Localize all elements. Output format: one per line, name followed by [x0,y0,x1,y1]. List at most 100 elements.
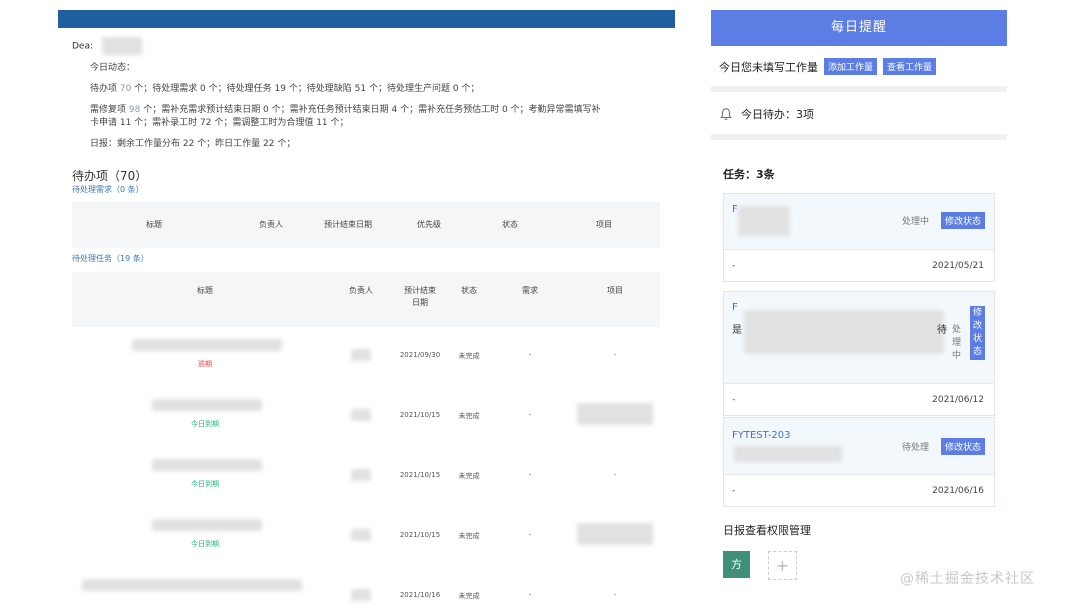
avatar[interactable]: 方 [723,551,750,578]
task-title-end: 待 [937,325,947,336]
add-workload-button[interactable]: 添加工作量 [824,58,878,75]
due-date: 2021/10/16 [399,591,441,599]
task-card[interactable]: F 处理中 修改状态 - 2021/05/21 [723,193,995,282]
redacted-project [577,403,653,425]
panel-header: 每日提醒 [711,10,1007,46]
task-status: 未完成 [458,592,480,600]
task-due-date: 2021/05/21 [932,261,984,271]
column-header: 状态 [461,286,477,295]
todo-section-title: 待办项（70） [72,169,148,183]
summary-line-todo: 待办项 70 个；待处理需求 0 个；待处理任务 19 个；待处理缺陷 51 个… [90,83,670,96]
redacted-owner [351,529,371,541]
pending-requirements-link[interactable]: 待处理需求（0 条） [72,184,144,195]
table-row[interactable]: 今日到期 2021/10/15 未完成 - - [72,447,660,507]
summary-heading: 今日动态： [90,63,136,73]
edit-status-button[interactable]: 修改状态 [941,438,986,455]
project: - [613,591,617,599]
due-tag: 今日到期 [191,420,219,428]
task-code[interactable]: F [732,204,738,215]
column-header: 状态 [502,220,518,229]
task-title-start: 是 [732,325,742,336]
task-status: 未完成 [458,412,480,420]
task-card[interactable]: F 是 待 处 理 中 修 改 状 态 - 2021/06/12 [723,291,995,416]
table-row[interactable]: 2021/10/16 未完成 - - [72,567,660,608]
task-status: 待处理 [902,443,930,453]
task-card-footer: - 2021/06/16 [724,474,994,506]
today-todo-text: 今日待办：3项 [741,108,814,121]
due-date: 2021/10/15 [399,531,441,539]
task-requirement: - [732,486,736,496]
task-status: 处 理 中 [952,325,962,361]
workload-notice-text: 今日您未填写工作量 [719,60,818,74]
plus-icon[interactable]: + [768,551,797,580]
pending-tasks-link[interactable]: 待处理任务（19 条） [72,253,149,264]
redacted-project [577,523,653,545]
due-tag: 今日到期 [191,480,219,488]
daily-summary: 今日动态： 待办项 70 个；待处理需求 0 个；待处理任务 19 个；待处理缺… [90,62,670,159]
task-due-date: 2021/06/12 [932,395,984,405]
requirement: - [528,591,532,599]
column-header: 预计结束 日期 [404,286,436,307]
project: - [613,471,617,479]
column-header: 负责人 [259,220,283,229]
task-due-date: 2021/06/16 [932,486,984,496]
column-header: 标题 [146,220,162,229]
requirements-table-header: 标题 负责人 预计结束日期 优先级 状态 项目 [72,202,660,248]
task-status: 处理中 [902,217,930,227]
count-value: 70 [119,84,132,94]
count-value: 98 [128,105,141,115]
column-header: 预计结束日期 [324,220,372,229]
edit-status-button[interactable]: 修 改 状 态 [970,306,986,360]
permission-title: 日报查看权限管理 [723,524,811,537]
summary-line-daily: 日报：剩余工作量分布 22 个；昨日工作量 22 个； [90,139,296,149]
task-card-footer: - 2021/05/21 [724,249,994,281]
summary-line-fix-cont: 卡申请 11 个；需补录工时 72 个；需调整工时为合理值 11 个； [90,118,349,128]
task-code[interactable]: F [732,302,738,313]
email-greeting: Dea: [72,37,142,55]
redacted-title [132,339,282,351]
task-code[interactable]: FYTEST-203 [732,430,791,441]
summary-text: 需修复项 [90,105,129,115]
email-panel: Dea: 今日动态： 待办项 70 个；待处理需求 0 个；待处理任务 19 个… [58,10,675,608]
redacted-owner [351,589,371,601]
column-header: 优先级 [417,220,441,229]
column-header: 项目 [596,220,612,229]
due-date: 2021/10/15 [399,411,441,419]
redacted-owner [351,349,371,361]
view-workload-button[interactable]: 查看工作量 [883,58,937,75]
redacted-name [101,37,142,55]
redacted-owner [351,409,371,421]
requirement: - [528,531,532,539]
summary-text: 个；需补充需求预计结束日期 0 个；需补充任务预计结束日期 4 个；需补充任务预… [140,105,601,115]
task-status: 未完成 [458,352,480,360]
redacted-title [152,519,262,531]
bell-icon [720,108,732,120]
due-date: 2021/09/30 [399,351,441,359]
redacted-owner [351,469,371,481]
task-count: 任务：3条 [723,168,775,181]
task-status: 未完成 [458,472,480,480]
table-row[interactable]: 今日到期 2021/10/15 未完成 - [72,507,660,567]
task-status: 未完成 [458,532,480,540]
redacted-task-title [738,206,790,236]
task-card-footer: - 2021/06/12 [724,383,994,415]
column-header: 负责人 [349,286,373,295]
table-row[interactable]: 今日到期 2021/10/15 未完成 - [72,387,660,447]
redacted-task-title [744,310,944,354]
tasks-table-header: 标题 负责人 预计结束 日期 状态 需求 项目 [72,272,660,327]
redacted-title [152,459,262,471]
due-tag: 今日到期 [191,540,219,548]
summary-text: 待办项 [90,84,120,94]
task-requirement: - [732,395,736,405]
divider [711,134,1007,140]
due-tag: 逾期 [198,360,212,368]
requirement: - [528,411,532,419]
email-top-bar [58,10,675,28]
summary-text: 个；待处理需求 0 个；待处理任务 19 个；待处理缺陷 51 个；待处理生产问… [131,84,480,94]
task-requirement: - [732,261,736,271]
workload-notice: 今日您未填写工作量 添加工作量 查看工作量 [719,58,937,75]
table-row[interactable]: 逾期 2021/09/30 未完成 - - [72,327,660,387]
edit-status-button[interactable]: 修改状态 [941,212,986,229]
column-header: 需求 [522,286,538,295]
task-card[interactable]: FYTEST-203 待处理 修改状态 - 2021/06/16 [723,417,995,507]
